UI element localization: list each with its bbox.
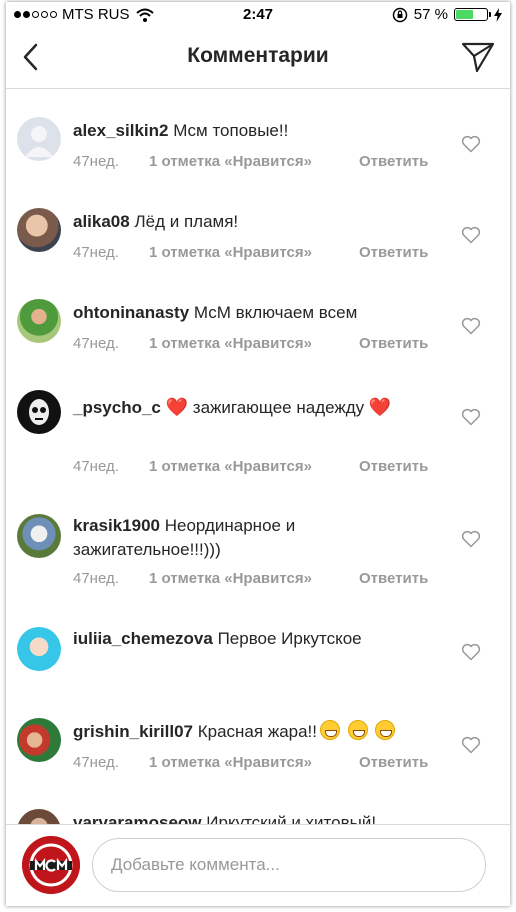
- comment-input[interactable]: [92, 838, 486, 892]
- like-heart-icon[interactable]: [461, 135, 481, 153]
- comment-text: _psycho_c ❤️ зажигающее надежду ❤️: [73, 392, 433, 423]
- comment-likes-link[interactable]: 1 отметка «Нравится»: [149, 754, 359, 771]
- comment-username[interactable]: grishin_kirill07: [73, 722, 193, 741]
- heart-emoji: ❤️: [165, 397, 189, 417]
- avatar[interactable]: [17, 718, 61, 762]
- battery-icon: [454, 8, 491, 21]
- comment-text: varvaramosеоw Иркутский и хитовый!: [73, 811, 433, 824]
- navigation-bar: Комментарии: [6, 28, 510, 89]
- battery-percent: 57 %: [413, 6, 448, 23]
- comment-meta: 47нед. 1 отметка «Нравится» Ответить: [73, 335, 428, 352]
- comment-meta: 47нед. 1 отметка «Нравится» Ответить: [73, 153, 428, 170]
- comment-time: 47нед.: [73, 153, 119, 170]
- reply-button[interactable]: Ответить: [359, 335, 428, 352]
- comment-username[interactable]: krasik1900: [73, 516, 160, 535]
- avatar: [22, 836, 80, 894]
- comment-likes-link[interactable]: 1 отметка «Нравится»: [149, 570, 359, 587]
- avatar[interactable]: [17, 514, 61, 558]
- avatar[interactable]: [17, 809, 61, 824]
- comment-time: 47нед.: [73, 244, 119, 261]
- avatar[interactable]: [17, 299, 61, 343]
- comment-body: Лёд и пламя!: [134, 212, 239, 231]
- send-direct-icon[interactable]: [460, 40, 496, 74]
- comment-text: alika08 Лёд и пламя!: [73, 210, 433, 234]
- comment-body: МсМ включаем всем: [193, 303, 358, 322]
- comment-body: зажигающее надежду: [192, 398, 365, 417]
- comment-body: Красная жара!!: [197, 722, 317, 741]
- like-heart-icon[interactable]: [461, 226, 481, 244]
- default-user-icon: [25, 126, 53, 157]
- comment-username[interactable]: alika08: [73, 212, 130, 231]
- comment-text: krasik1900 Неординарное и зажигательное!…: [73, 514, 433, 562]
- comment-username[interactable]: _psycho_c: [73, 398, 161, 417]
- comment-meta: 47нед. 1 отметка «Нравится» Ответить: [73, 244, 428, 261]
- comment-composer: [6, 824, 510, 906]
- like-heart-icon[interactable]: [461, 736, 481, 754]
- charging-icon: [494, 7, 502, 22]
- avatar[interactable]: [17, 390, 61, 434]
- avatar[interactable]: [17, 208, 61, 252]
- reply-button[interactable]: Ответить: [359, 458, 428, 475]
- comment-meta: 47нед. 1 отметка «Нравится» Ответить: [73, 570, 428, 587]
- comment-time: 47нед.: [73, 335, 119, 352]
- avatar[interactable]: [17, 117, 61, 161]
- avatar[interactable]: [17, 627, 61, 671]
- like-heart-icon[interactable]: [461, 317, 481, 335]
- reply-button[interactable]: Ответить: [359, 570, 428, 587]
- comment-text: grishin_kirill07 Красная жара!!: [73, 720, 433, 744]
- comment-username[interactable]: ohtoninanasty: [73, 303, 189, 322]
- comments-list[interactable]: alex_silkin2 Мсм топовые!! 47нед. 1 отмет…: [6, 89, 510, 824]
- mcm-logo-icon: [22, 836, 80, 894]
- laughing-emoji: [320, 720, 340, 740]
- skull-icon: [29, 399, 49, 425]
- comment-body: Первое Иркутское: [217, 629, 362, 648]
- comment-username[interactable]: alex_silkin2: [73, 121, 168, 140]
- smiling-emoji: [375, 720, 396, 740]
- status-bar: MTS RUS 2:47 57 %: [6, 2, 510, 28]
- heart-emoji: ❤️: [368, 397, 392, 417]
- like-heart-icon[interactable]: [461, 530, 481, 548]
- comment-body: Иркутский и хитовый!: [206, 813, 377, 824]
- smiling-emoji: [347, 720, 368, 740]
- reply-button[interactable]: Ответить: [359, 754, 428, 771]
- comment-username[interactable]: iuliia_chemezova: [73, 629, 213, 648]
- comment-time: 47нед.: [73, 458, 119, 475]
- comment-time: 47нед.: [73, 754, 119, 771]
- comment-likes-link[interactable]: 1 отметка «Нравится»: [149, 244, 359, 261]
- reply-button[interactable]: Ответить: [359, 153, 428, 170]
- orientation-lock-icon: [392, 7, 408, 22]
- status-right: 57 %: [392, 6, 502, 23]
- like-heart-icon[interactable]: [461, 643, 481, 661]
- comment-text: iuliia_chemezova Первое Иркутское: [73, 627, 433, 651]
- page-title: Комментарии: [187, 44, 329, 67]
- app-frame: MTS RUS 2:47 57 % Комментарии alex_silki…: [6, 2, 510, 906]
- like-heart-icon[interactable]: [461, 408, 481, 426]
- comment-meta: 47нед. 1 отметка «Нравится» Ответить: [73, 754, 428, 771]
- comment-likes-link[interactable]: 1 отметка «Нравится»: [149, 153, 359, 170]
- comment-likes-link[interactable]: 1 отметка «Нравится»: [149, 458, 359, 475]
- comment-meta: 47нед. 1 отметка «Нравится» Ответить: [73, 458, 428, 475]
- reply-button[interactable]: Ответить: [359, 244, 428, 261]
- comment-text: ohtoninanasty МсМ включаем всем: [73, 301, 433, 325]
- comment-time: 47нед.: [73, 570, 119, 587]
- comment-likes-link[interactable]: 1 отметка «Нравится»: [149, 335, 359, 352]
- comment-body: Мсм топовые!!: [173, 121, 289, 140]
- comment-text: alex_silkin2 Мсм топовые!!: [73, 119, 433, 143]
- comment-username[interactable]: varvaramosеоw: [73, 813, 202, 824]
